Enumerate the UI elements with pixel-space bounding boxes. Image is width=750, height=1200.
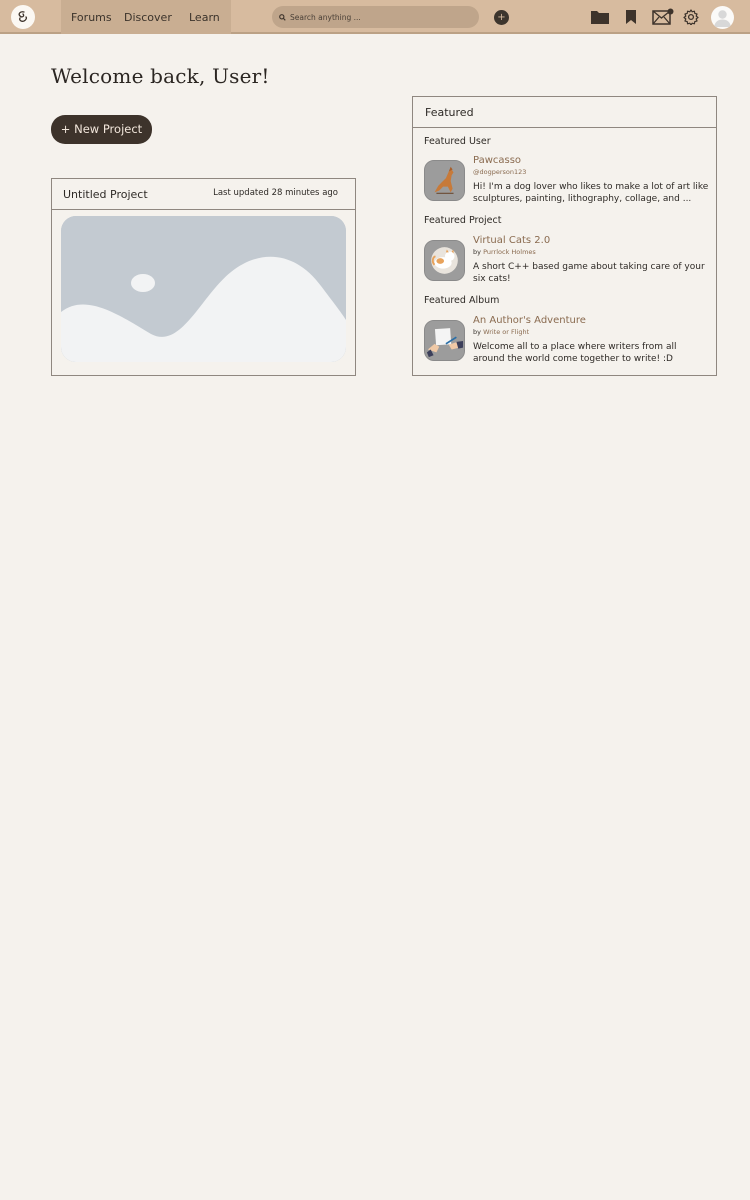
gear-icon[interactable]	[683, 9, 699, 25]
featured-user-item[interactable]: Pawcasso @dogperson123 Hi! I'm a dog lov…	[424, 155, 709, 207]
featured-project-heading: Featured Project	[424, 215, 502, 226]
search-input[interactable]	[290, 12, 460, 22]
bookmark-icon[interactable]	[625, 9, 637, 25]
featured-project-name[interactable]: Virtual Cats 2.0	[473, 235, 550, 246]
featured-project-author[interactable]: by Purrlock Holmes	[473, 248, 536, 256]
project-card-header: Untitled Project Last updated 28 minutes…	[52, 179, 355, 210]
author-link[interactable]: Write or Flight	[483, 328, 529, 336]
featured-user-description: Hi! I'm a dog lover who likes to make a …	[473, 182, 709, 204]
featured-album-name[interactable]: An Author's Adventure	[473, 315, 586, 326]
author-link[interactable]: Purrlock Holmes	[483, 248, 536, 256]
mail-icon[interactable]	[652, 8, 674, 25]
welcome-heading: Welcome back, User!	[51, 64, 270, 88]
by-label: by	[473, 248, 481, 256]
avatar-icon[interactable]	[711, 6, 734, 29]
new-project-button[interactable]: + New Project	[51, 115, 152, 144]
project-title: Untitled Project	[63, 188, 148, 201]
image-placeholder-icon	[61, 216, 346, 362]
project-updated-time: Last updated 28 minutes ago	[213, 188, 338, 198]
dog-sculpture-icon	[424, 160, 465, 201]
swirl-logo-icon[interactable]	[11, 5, 35, 29]
featured-panel-title: Featured	[413, 97, 716, 128]
cat-game-icon	[424, 240, 465, 281]
search-icon	[279, 13, 286, 21]
top-navigation-bar: Forums Discover Learn +	[0, 0, 750, 34]
search-bar[interactable]	[272, 6, 479, 28]
featured-album-heading: Featured Album	[424, 295, 500, 306]
project-card[interactable]: Untitled Project Last updated 28 minutes…	[51, 178, 356, 376]
featured-project-item[interactable]: Virtual Cats 2.0 by Purrlock Holmes A sh…	[424, 235, 709, 287]
writing-hands-icon	[424, 320, 465, 361]
folder-icon[interactable]	[590, 9, 610, 25]
create-plus-button[interactable]: +	[494, 10, 509, 25]
nav-discover-link[interactable]: Discover	[124, 11, 172, 24]
by-label: by	[473, 328, 481, 336]
nav-forums-link[interactable]: Forums	[71, 11, 112, 24]
featured-project-description: A short C++ based game about taking care…	[473, 262, 705, 284]
nav-learn-link[interactable]: Learn	[189, 11, 220, 24]
nav-links-group: Forums Discover Learn	[61, 0, 231, 34]
featured-panel: Featured Featured User Pawcasso @dogpers…	[412, 96, 717, 376]
featured-user-handle[interactable]: @dogperson123	[473, 168, 526, 176]
featured-album-author[interactable]: by Write or Flight	[473, 328, 529, 336]
featured-user-name[interactable]: Pawcasso	[473, 155, 521, 166]
featured-user-heading: Featured User	[424, 136, 491, 147]
featured-album-description: Welcome all to a place where writers fro…	[473, 342, 677, 364]
featured-album-item[interactable]: An Author's Adventure by Write or Flight…	[424, 315, 709, 367]
